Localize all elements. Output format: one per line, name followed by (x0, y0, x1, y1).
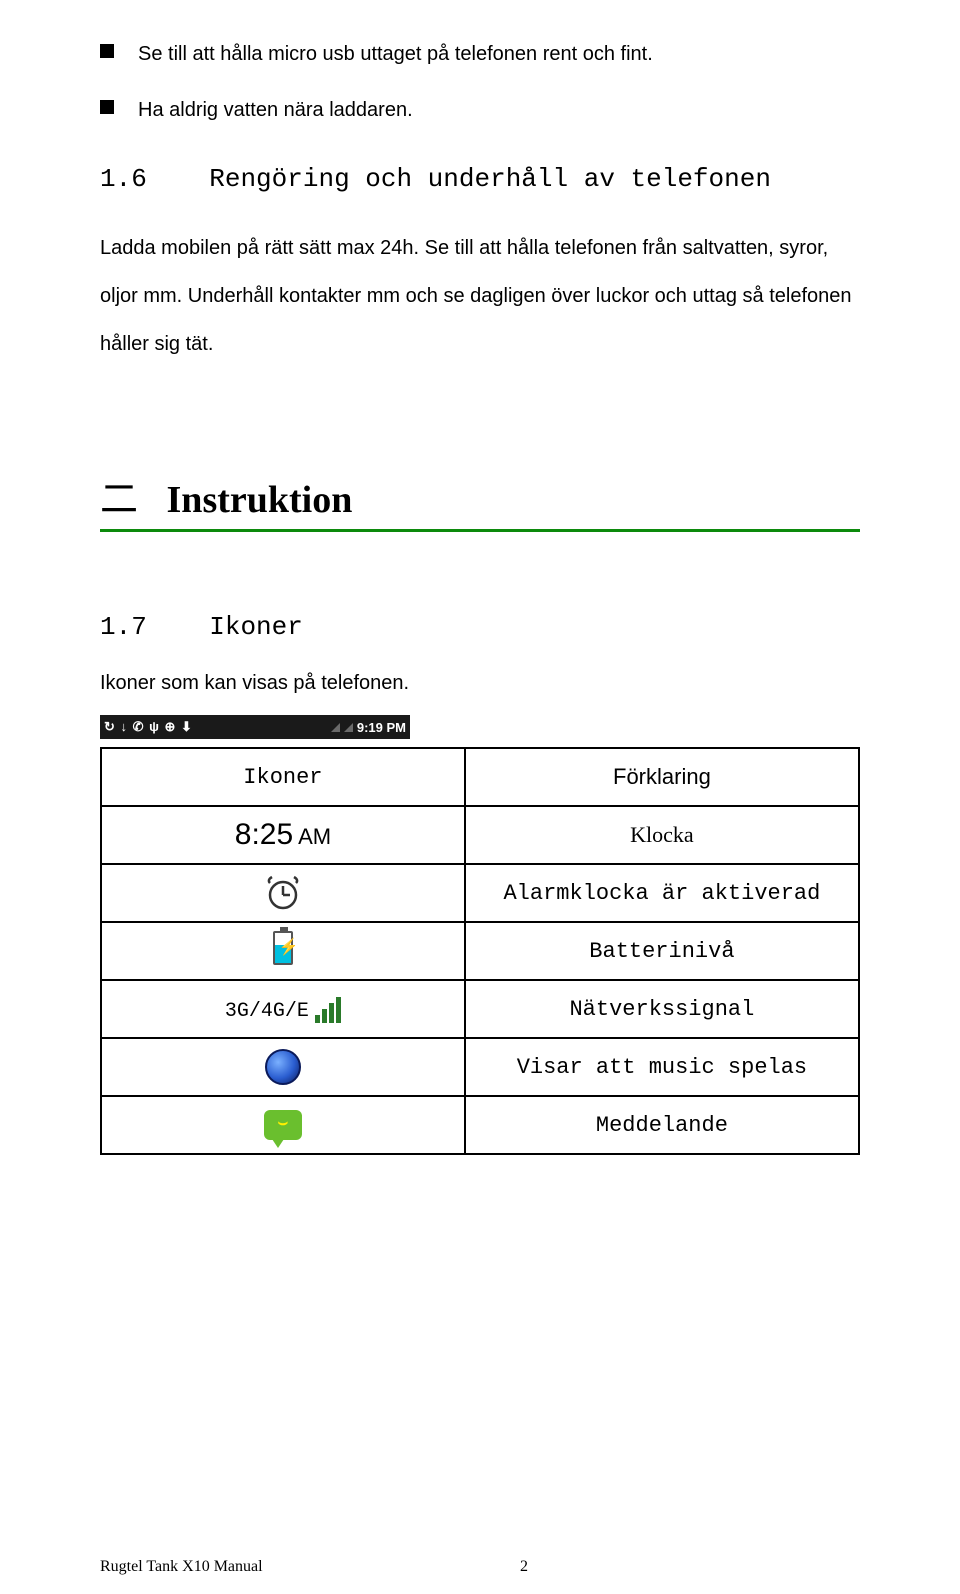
battery-icon: ⚡ (273, 931, 293, 965)
bullet-text: Ha aldrig vatten nära laddaren. (138, 96, 413, 124)
intro-text: Ikoner som kan visas på telefonen. (100, 672, 860, 695)
clock-ampm-text: AM (298, 824, 331, 849)
bullet-item: Se till att hålla micro usb uttaget på t… (100, 40, 860, 68)
icon-cell-battery: ⚡ (101, 922, 465, 980)
message-icon: ⌣ (264, 1110, 302, 1140)
bullet-text: Se till att hålla micro usb uttaget på t… (138, 40, 653, 68)
statusbar-time: 9:19 PM (357, 720, 406, 735)
icon-cell-clock: 8:25 AM (101, 806, 465, 864)
chapter-heading: 二 Instruktion (100, 468, 860, 532)
table-row: 8:25 AM Klocka (101, 806, 859, 864)
footer: Rugtel Tank X10 Manual 2 (100, 1558, 860, 1576)
table-row: Visar att music spelas (101, 1038, 859, 1096)
signal-bars-icon (315, 997, 341, 1023)
table-row: 3G/4G/E Nätverkssignal (101, 980, 859, 1038)
table-header-row: Ikoner Förklaring (101, 748, 859, 806)
speaker-icon (265, 1049, 301, 1085)
desc-cell: Batterinivå (465, 922, 859, 980)
table-row: ⚡ Batterinivå (101, 922, 859, 980)
statusbar-right: 9:19 PM (331, 720, 406, 735)
table-row: ⌣ Meddelande (101, 1096, 859, 1154)
clock-time-text: 8:25 (235, 818, 293, 851)
network-label: 3G/4G/E (225, 1000, 309, 1023)
statusbar-screenshot: ↻ ↓ ✆ ψ ⊕ ⬇ 9:19 PM (100, 715, 410, 739)
bullet-list: Se till att hålla micro usb uttaget på t… (100, 40, 860, 124)
icon-cell-network: 3G/4G/E (101, 980, 465, 1038)
desc-cell: Alarmklocka är aktiverad (465, 864, 859, 922)
subsection-number: 1.7 (100, 612, 147, 642)
section-title: Rengöring och underhåll av telefonen (209, 164, 771, 194)
footer-page: 2 (520, 1558, 860, 1576)
section-number: 1.6 (100, 164, 147, 194)
subsection-heading: 1.7 Ikoner (100, 612, 860, 642)
header-desc: Förklaring (465, 748, 859, 806)
signal-icon (331, 723, 340, 732)
square-bullet-icon (100, 44, 114, 58)
chapter-prefix: 二 (100, 479, 138, 521)
icon-cell-message: ⌣ (101, 1096, 465, 1154)
desc-cell: Nätverkssignal (465, 980, 859, 1038)
chapter-title: Instruktion (167, 479, 353, 521)
signal-icon (344, 723, 353, 732)
table-row: Alarmklocka är aktiverad (101, 864, 859, 922)
desc-cell: Visar att music spelas (465, 1038, 859, 1096)
bullet-item: Ha aldrig vatten nära laddaren. (100, 96, 860, 124)
desc-cell: Klocka (465, 806, 859, 864)
square-bullet-icon (100, 100, 114, 114)
icon-cell-alarm (101, 864, 465, 922)
icon-table: Ikoner Förklaring 8:25 AM Klocka Alarmkl… (100, 747, 860, 1155)
section-heading: 1.6 Rengöring och underhåll av telefonen (100, 164, 860, 194)
desc-cell: Meddelande (465, 1096, 859, 1154)
footer-title: Rugtel Tank X10 Manual (100, 1558, 520, 1576)
section-paragraph: Ladda mobilen på rätt sätt max 24h. Se t… (100, 224, 860, 368)
alarm-icon (263, 873, 303, 913)
header-icons: Ikoner (101, 748, 465, 806)
subsection-title: Ikoner (209, 612, 303, 642)
icon-cell-speaker (101, 1038, 465, 1096)
statusbar-left-icons: ↻ ↓ ✆ ψ ⊕ ⬇ (104, 719, 193, 735)
